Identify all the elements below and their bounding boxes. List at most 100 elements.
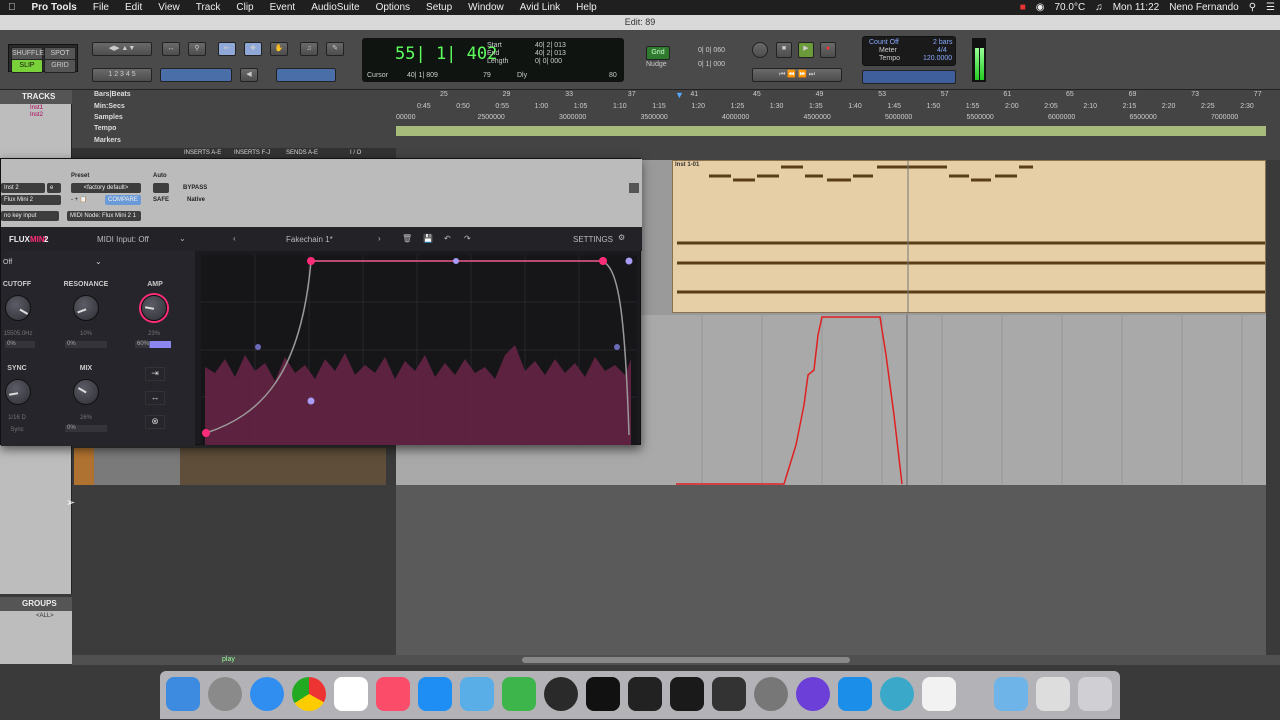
plugin-menu-icon[interactable] (629, 183, 639, 193)
document-icon[interactable] (922, 677, 956, 711)
ruler-markers[interactable]: Markers (94, 137, 121, 144)
mix-knob[interactable] (73, 379, 99, 405)
menu-event[interactable]: Event (262, 2, 304, 13)
track-list-item-inst2[interactable]: Inst2 (30, 112, 43, 118)
insert-selector[interactable]: Flux Mini 2 (1, 195, 61, 205)
avid-icon[interactable] (796, 677, 830, 711)
back-icon[interactable]: ◀ (240, 68, 258, 82)
midi-node[interactable]: MIDI Node: Flux Mini 2 1 (67, 211, 141, 221)
menu-clip[interactable]: Clip (228, 2, 261, 13)
stack-icon[interactable] (1036, 677, 1070, 711)
start-value[interactable]: 40| 2| 013 (535, 42, 566, 49)
midi-buttons[interactable] (862, 70, 956, 84)
vpn-icon[interactable] (880, 677, 914, 711)
menu-track[interactable]: Track (188, 2, 229, 13)
apple-icon[interactable]:  (0, 2, 24, 13)
user-name[interactable]: Neno Fernando (1164, 2, 1244, 13)
grid-value[interactable]: 0| 0| 060 (698, 47, 725, 54)
mode-select[interactable]: Off (3, 259, 12, 266)
transport-rewind-forward[interactable]: ⏮ ⏪ ⏩ ⏭ (752, 68, 842, 82)
sync-mod[interactable]: Sync (1, 427, 33, 433)
grabber-hand-icon[interactable]: ✋ (270, 42, 288, 56)
collapse-icon[interactable]: ⇥ (145, 367, 165, 381)
play-button[interactable]: ▶ (798, 42, 814, 58)
trash-icon[interactable]: 🗑 (402, 234, 412, 243)
nudge-value[interactable]: 0| 1| 000 (698, 61, 725, 68)
length-value[interactable]: 0| 0| 000 (535, 58, 562, 65)
link-buttons[interactable] (276, 68, 336, 82)
menu-app[interactable]: Pro Tools (24, 2, 85, 13)
redo-icon[interactable]: ↷ (464, 234, 471, 243)
calendar-icon[interactable] (334, 677, 368, 711)
midi-input-select[interactable]: MIDI Input: Off (97, 235, 149, 244)
chrome-icon[interactable] (292, 677, 326, 711)
expand-icon[interactable]: ↔ (145, 391, 165, 405)
menu-view[interactable]: View (150, 2, 188, 13)
volume-icon[interactable]: ♫ (1090, 2, 1108, 13)
auto-button[interactable] (153, 183, 169, 193)
stop-button[interactable]: ■ (776, 42, 792, 58)
online-icon[interactable] (752, 42, 768, 58)
camtasia-icon[interactable] (502, 677, 536, 711)
preset-selector[interactable]: <factory default> (71, 183, 141, 193)
ruler-bars[interactable]: Bars|Beats (94, 91, 131, 98)
sync-knob[interactable] (5, 379, 31, 405)
track-controls[interactable] (94, 448, 180, 485)
ak-icon[interactable] (628, 677, 662, 711)
trash-dock-icon[interactable] (1078, 677, 1112, 711)
menu-audiosuite[interactable]: AudioSuite (303, 2, 367, 13)
track-selector[interactable]: Inst 2 (1, 183, 45, 193)
end-value[interactable]: 40| 2| 013 (535, 50, 566, 57)
scrollbar-thumb[interactable] (522, 657, 850, 663)
clock[interactable]: Mon 11:22 (1108, 2, 1165, 13)
grid-label[interactable]: Grid (646, 46, 670, 60)
menu-window[interactable]: Window (460, 2, 512, 13)
resonance-knob[interactable] (73, 295, 99, 321)
menu-edit[interactable]: Edit (117, 2, 150, 13)
fabfilter-icon[interactable] (670, 677, 704, 711)
track-inserts[interactable] (180, 448, 386, 485)
nudge-label[interactable]: Nudge (646, 61, 667, 68)
envelope-graph[interactable] (201, 255, 637, 445)
main-counter[interactable]: 55| 1| 402 (395, 44, 497, 64)
scrubber-icon[interactable]: ♫ (300, 42, 318, 56)
mixer-icon[interactable] (712, 677, 746, 711)
bottom-scrollbar[interactable]: play (72, 655, 1280, 665)
ruler-samples[interactable]: Samples (94, 114, 123, 121)
pencil-tool-icon[interactable]: ✎ (326, 42, 344, 56)
amp-mod[interactable]: 60% (135, 341, 171, 348)
meter-label[interactable]: Meter (879, 47, 897, 54)
menu-avid-link[interactable]: Avid Link (512, 2, 568, 13)
bypass-button[interactable]: BYPASS (183, 183, 207, 193)
key-input[interactable]: no key input (1, 211, 59, 221)
undo-icon[interactable]: ↶ (444, 234, 451, 243)
menu-options[interactable]: Options (368, 2, 418, 13)
selector-tool-icon[interactable]: ❖ (244, 42, 262, 56)
track-number[interactable]: e (47, 183, 61, 193)
next-preset-icon[interactable]: › (378, 234, 381, 243)
zoomer-icon[interactable]: ↔ (162, 42, 180, 56)
zoom-presets[interactable]: 1 2 3 4 5 (92, 68, 152, 82)
temperature-readout[interactable]: 70.0°C (1050, 2, 1091, 13)
mode-chevron-icon[interactable]: ⌄ (95, 257, 102, 266)
obs-icon[interactable] (544, 677, 578, 711)
safe-button[interactable]: SAFE (153, 195, 169, 205)
native-button[interactable]: Native (187, 195, 205, 205)
group-all[interactable]: <ALL> (36, 613, 54, 619)
gear-icon[interactable]: ⚙ (618, 233, 625, 242)
midi-clip[interactable]: Inst 1-01 (672, 160, 1266, 314)
shazam-icon[interactable] (838, 677, 872, 711)
search-icon[interactable]: ⚲ (1244, 2, 1261, 13)
settings-button[interactable]: SETTINGS (573, 235, 613, 244)
resonance-mod[interactable]: 0% (65, 341, 107, 348)
launchpad-icon[interactable] (208, 677, 242, 711)
preview-icon[interactable] (460, 677, 494, 711)
music-icon[interactable] (376, 677, 410, 711)
amp-knob[interactable] (141, 295, 167, 321)
magnify-icon[interactable]: ⚲ (188, 42, 206, 56)
chevron-down-icon[interactable]: ⌄ (179, 234, 186, 243)
automation-lane[interactable] (672, 315, 1266, 485)
plugin-window[interactable]: Preset Auto Inst 2 e <factory default> B… (0, 158, 642, 446)
empty-track-area[interactable] (396, 485, 1266, 655)
cutoff-mod[interactable]: 0% (5, 341, 35, 348)
